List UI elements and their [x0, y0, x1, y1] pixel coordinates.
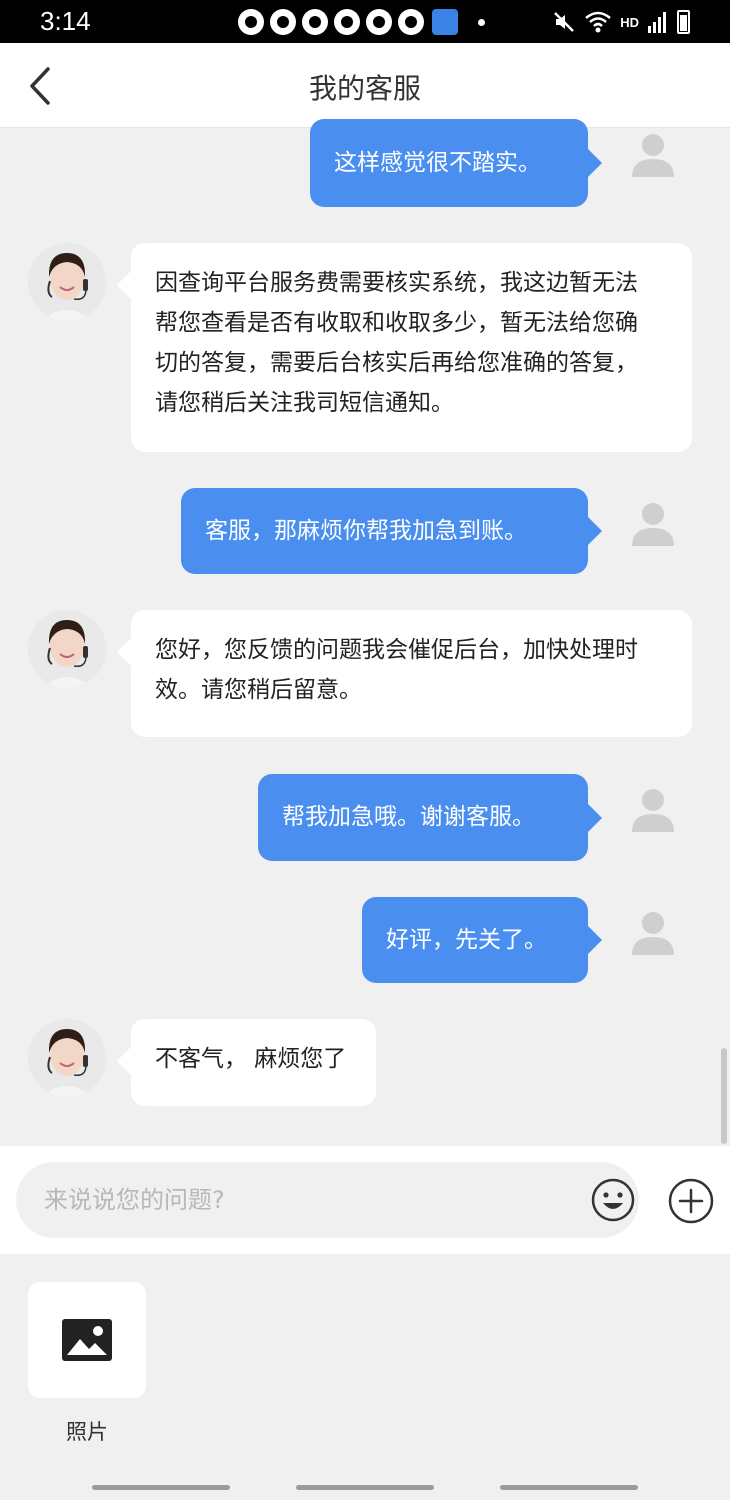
photo-label: 照片	[66, 1420, 108, 1444]
extension-panel: 照片	[0, 1254, 730, 1500]
user-message-bubble: 帮我加急哦。谢谢客服。	[258, 774, 602, 861]
wifi-icon	[585, 11, 612, 33]
more-options-button[interactable]	[667, 1177, 715, 1225]
status-time: 3:14	[40, 6, 91, 36]
mute-icon	[554, 12, 575, 32]
default-user-avatar-icon	[632, 912, 674, 955]
message-line: 效。请您稍后留意。	[155, 677, 362, 703]
gesture-nav-pill	[92, 1485, 230, 1490]
message-text: 好评，先关了。	[386, 927, 547, 953]
agent-message-bubble: 因查询平台服务费需要核实系统，我这边暂无法 帮您查看是否有收取和收取多少，暂无法…	[117, 243, 692, 452]
message-text: 客服，那麻烦你帮我加急到账。	[205, 518, 527, 544]
composer-bar	[0, 1146, 730, 1254]
gesture-nav-pill	[296, 1485, 434, 1490]
notification-app-icon	[398, 9, 424, 35]
message-text: 这样感觉很不踏实。	[334, 150, 541, 176]
default-user-avatar-icon	[632, 789, 674, 832]
notification-app-icon	[270, 9, 296, 35]
smiley-icon	[591, 1178, 635, 1222]
image-icon	[62, 1319, 112, 1361]
app-header: 我的客服	[0, 43, 730, 128]
agent-message-bubble: 不客气， 麻烦您了	[117, 1019, 376, 1106]
notification-app-icon	[238, 9, 264, 35]
message-line: 帮您查看是否有收取和收取多少，暂无法给您确	[155, 310, 638, 336]
message-text: 帮我加急哦。谢谢客服。	[282, 804, 535, 830]
message-line: 切的答复，需要后台核实后再给您准确的答复，	[155, 350, 638, 376]
message-line: 因查询平台服务费需要核实系统，我这边暂无法	[155, 270, 638, 296]
default-user-avatar-icon	[632, 503, 674, 546]
notification-app-icon	[334, 9, 360, 35]
page-title: 我的客服	[308, 72, 421, 105]
default-user-avatar-icon	[632, 134, 674, 177]
agent-avatar	[28, 610, 106, 688]
more-notifications-icon	[478, 18, 485, 26]
signal-icon	[648, 12, 666, 33]
message-input[interactable]	[44, 1162, 564, 1238]
notification-app-icon	[302, 9, 328, 35]
status-bar: 3:14 HD	[0, 0, 730, 43]
user-message-bubble: 客服，那麻烦你帮我加急到账。	[181, 488, 602, 574]
network-type-label: HD	[620, 14, 639, 30]
message-line: 不客气， 麻烦您了	[155, 1046, 347, 1072]
photo-button[interactable]	[28, 1282, 146, 1398]
chat-scrollbar[interactable]	[721, 1048, 727, 1144]
agent-avatar	[28, 1019, 106, 1097]
agent-message-bubble: 您好，您反馈的问题我会催促后台，加快处理时 效。请您稍后留意。	[117, 610, 692, 737]
battery-icon	[677, 10, 690, 34]
emoji-button[interactable]	[590, 1177, 636, 1223]
user-message-bubble: 好评，先关了。	[362, 897, 602, 983]
cleaner-app-icon	[432, 9, 458, 35]
message-input-container	[16, 1162, 639, 1238]
message-line: 请您稍后关注我司短信通知。	[155, 390, 454, 416]
agent-avatar	[28, 243, 106, 321]
user-message-bubble: 这样感觉很不踏实。	[310, 119, 602, 207]
message-line: 您好，您反馈的问题我会催促后台，加快处理时	[155, 637, 638, 663]
plus-circle-icon	[668, 1178, 714, 1224]
notification-icons	[238, 9, 485, 35]
system-icons: HD	[552, 9, 690, 35]
gesture-nav-pill	[500, 1485, 638, 1490]
notification-app-icon	[366, 9, 392, 35]
